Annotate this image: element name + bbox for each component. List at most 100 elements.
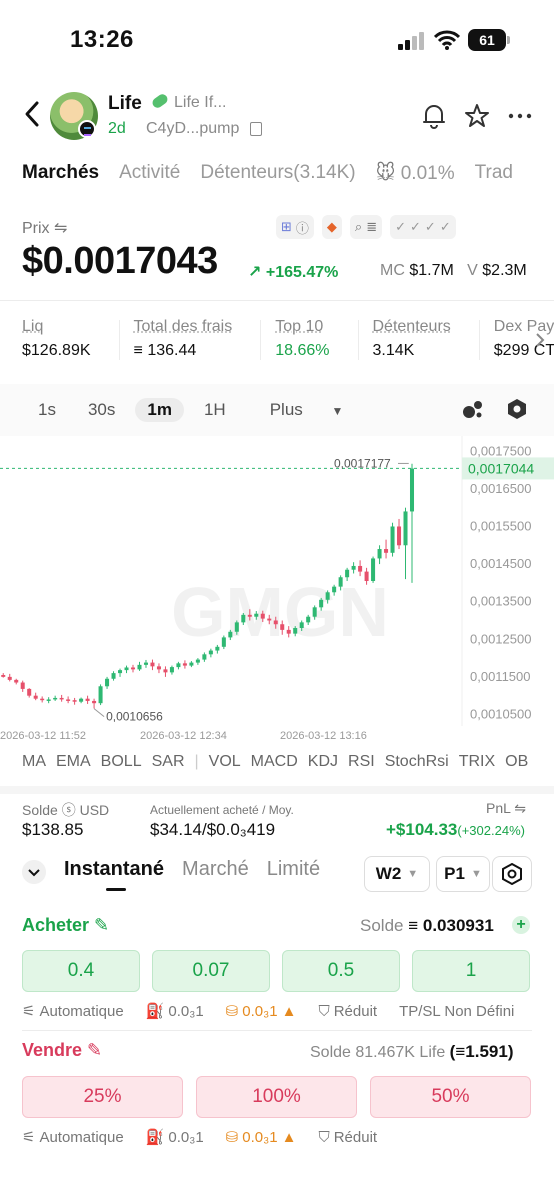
- candle-body: [27, 689, 31, 696]
- mev-protection[interactable]: ⛉ Réduit: [318, 1002, 377, 1020]
- stat-value: $126.89K: [22, 342, 91, 360]
- buy-amount-button[interactable]: 0.4: [22, 950, 140, 992]
- x-tick-label: 2026-03-12 12:34: [140, 730, 227, 742]
- tab-insiders[interactable]: 🐭 0.01%: [376, 162, 455, 185]
- chevron-right-icon[interactable]: [534, 332, 546, 348]
- wallet-select[interactable]: W2 ▼: [364, 856, 430, 892]
- token-name: Life: [108, 93, 142, 115]
- slippage-auto[interactable]: ⚟ Automatique: [22, 1128, 124, 1146]
- candle-body: [248, 615, 252, 617]
- tab-trades[interactable]: Trad: [475, 162, 513, 185]
- bell-icon[interactable]: [422, 103, 446, 129]
- tab-instantane[interactable]: Instantané: [64, 858, 164, 881]
- indicator-ema[interactable]: EMA: [56, 753, 91, 771]
- interval-more-label: Plus: [258, 398, 315, 421]
- slippage-value: Automatique: [39, 1129, 123, 1146]
- interval-1h[interactable]: 1H: [192, 398, 238, 422]
- star-icon[interactable]: [464, 103, 490, 129]
- pnl-percent: (+302.24%): [457, 823, 525, 838]
- tp-sl-setting[interactable]: TP/SL Non Défini: [399, 1002, 514, 1020]
- hexagon-settings-icon: [501, 863, 523, 885]
- priority-fee[interactable]: ⛁ 0.0₃1 ▲: [226, 1128, 297, 1146]
- swap-icon[interactable]: ⇋: [514, 800, 526, 816]
- buy-amount-button[interactable]: 1: [412, 950, 530, 992]
- indicator-vol[interactable]: VOL: [209, 753, 241, 771]
- stat-total-fees[interactable]: Total des frais ≡ 136.44: [134, 318, 233, 360]
- sell-percent-button[interactable]: 100%: [196, 1076, 357, 1118]
- token-icons-row: ⊞ ⓘ ◆ ⌕ ≣ ✓ ✓ ✓ ✓: [276, 215, 456, 239]
- candle-body: [319, 600, 323, 608]
- price-chart[interactable]: GMGN 0,0017500 0,0016500 0,0015500 0,0014500…: [0, 436, 554, 726]
- sell-percent-button[interactable]: 25%: [22, 1076, 183, 1118]
- copy-icon[interactable]: [250, 122, 262, 136]
- tab-activite[interactable]: Activité: [119, 162, 180, 185]
- bubbles-icon[interactable]: [462, 398, 484, 420]
- order-settings-button[interactable]: [492, 856, 532, 892]
- indicator-trix[interactable]: TRIX: [459, 753, 495, 771]
- tab-limite[interactable]: Limité: [267, 858, 320, 881]
- candle-body: [183, 663, 187, 665]
- buy-amount-button[interactable]: 0.07: [152, 950, 270, 992]
- tab-marches[interactable]: Marchés: [22, 162, 99, 185]
- check-icon: ✓: [425, 219, 436, 235]
- slippage-icon: ⚟: [22, 1002, 35, 1020]
- rat-icon: 🐭: [376, 163, 396, 184]
- candle-body: [339, 577, 343, 586]
- add-funds-icon[interactable]: +: [512, 916, 530, 934]
- indicator-ob[interactable]: OB: [505, 753, 528, 771]
- stat-liq[interactable]: Liq $126.89K: [22, 318, 91, 360]
- candle-body: [1, 675, 5, 677]
- indicator-stochrsi[interactable]: StochRsi: [385, 753, 449, 771]
- edit-icon[interactable]: ✎: [87, 1040, 102, 1060]
- candle-body: [352, 566, 356, 570]
- stat-holders[interactable]: Détenteurs 3.14K: [373, 318, 451, 360]
- candle-body: [99, 686, 103, 703]
- interval-1m[interactable]: 1m: [135, 398, 184, 422]
- indicator-kdj[interactable]: KDJ: [308, 753, 338, 771]
- check-badges[interactable]: ✓ ✓ ✓ ✓: [390, 215, 456, 239]
- back-arrow-icon[interactable]: [22, 100, 42, 128]
- tab-underline: [106, 888, 126, 891]
- candle-body: [118, 670, 122, 673]
- candle-body: [267, 619, 271, 621]
- sell-percent-button[interactable]: 50%: [370, 1076, 531, 1118]
- mev-protection[interactable]: ⛉ Réduit: [318, 1128, 377, 1146]
- indicator-sar[interactable]: SAR: [152, 753, 185, 771]
- stat-value-text: 136.44: [147, 342, 196, 359]
- interval-more[interactable]: Plus ▼: [246, 398, 368, 422]
- edit-icon[interactable]: ✎: [94, 915, 109, 935]
- candle-body: [326, 592, 330, 600]
- interval-30s[interactable]: 30s: [76, 398, 127, 422]
- search-tools[interactable]: ⌕ ≣: [350, 215, 382, 239]
- indicator-ma[interactable]: MA: [22, 753, 46, 771]
- tab-insiders-pct: 0.01%: [401, 163, 455, 184]
- candle-body: [92, 701, 96, 703]
- tab-detenteurs[interactable]: Détenteurs(3.14K): [200, 162, 355, 185]
- swap-icon[interactable]: ⇋: [54, 220, 67, 237]
- collapse-chevron-icon[interactable]: [22, 860, 46, 884]
- currency-icon[interactable]: ⓢ: [62, 802, 76, 818]
- stat-separator: [119, 320, 120, 360]
- buy-amount-button[interactable]: 0.5: [282, 950, 400, 992]
- gas-fee[interactable]: ⛽ 0.0₃1: [146, 1128, 204, 1146]
- indicator-boll[interactable]: BOLL: [101, 753, 142, 771]
- caret-down-icon: ▼: [407, 868, 418, 880]
- tab-marche[interactable]: Marché: [182, 858, 249, 881]
- stat-top10[interactable]: Top 10 18.66%: [275, 318, 329, 360]
- sell-label: Vendre ✎: [22, 1040, 102, 1061]
- preset-select[interactable]: P1 ▼: [436, 856, 490, 892]
- gas-fee[interactable]: ⛽ 0.0₃1: [146, 1002, 204, 1020]
- candle-body: [209, 651, 213, 655]
- security-icons[interactable]: ⊞ ⓘ: [276, 215, 314, 239]
- more-options-icon[interactable]: [508, 103, 532, 129]
- indicator-macd[interactable]: MACD: [251, 753, 298, 771]
- slippage-auto[interactable]: ⚟ Automatique: [22, 1002, 124, 1020]
- x-tick-label: 2026-03-12 11:52: [0, 730, 86, 742]
- indicator-rsi[interactable]: RSI: [348, 753, 375, 771]
- priority-fee[interactable]: ⛁ 0.0₃1 ▲: [226, 1002, 297, 1020]
- contract-address[interactable]: C4yD...pump: [146, 120, 239, 138]
- interval-1s[interactable]: 1s: [26, 398, 68, 422]
- candle-body: [241, 615, 245, 623]
- brave-icon[interactable]: ◆: [322, 215, 342, 239]
- hexagon-settings-icon[interactable]: [506, 398, 528, 420]
